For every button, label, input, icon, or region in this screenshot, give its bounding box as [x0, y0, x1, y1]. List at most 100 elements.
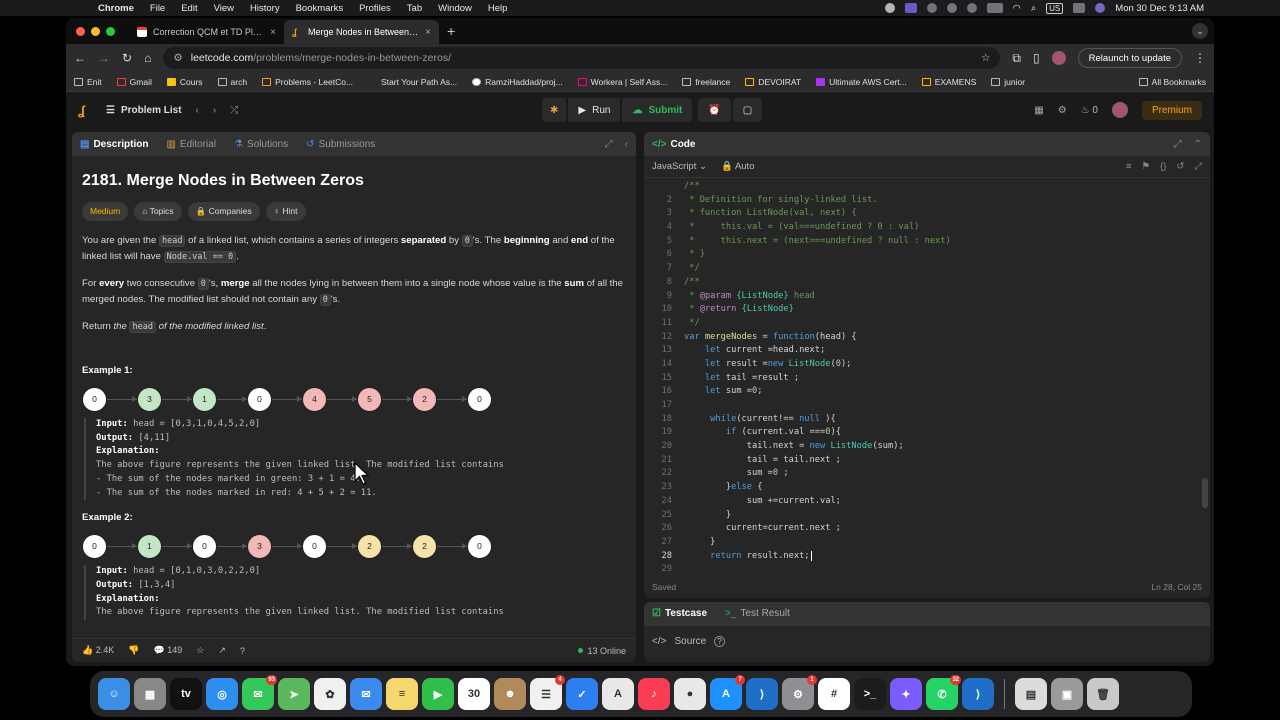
- relaunch-button[interactable]: Relaunch to update: [1077, 48, 1182, 68]
- leetcode-logo-icon[interactable]: ʆ: [78, 103, 92, 118]
- tab-description[interactable]: ▤ Description: [80, 139, 148, 150]
- bookmark-item[interactable]: Enit: [74, 77, 102, 87]
- menu-tab[interactable]: Tab: [407, 3, 422, 14]
- bookmark-icon[interactable]: ⚑: [1142, 161, 1151, 172]
- status-play-icon[interactable]: [966, 3, 977, 13]
- tab-test-result[interactable]: >_ Test Result: [725, 608, 790, 619]
- site-info-icon[interactable]: ⚙: [173, 52, 182, 64]
- comments-button[interactable]: 💬 149: [153, 645, 182, 656]
- tasks-icon[interactable]: ✓: [566, 678, 598, 710]
- help-icon[interactable]: ?: [240, 646, 245, 656]
- forward-icon[interactable]: →: [98, 51, 110, 65]
- code-line[interactable]: 10 * @return {ListNode}: [644, 303, 1210, 317]
- code-line[interactable]: 19 if (current.val ===0){: [644, 426, 1210, 440]
- bookmark-item[interactable]: RamziHaddad/proj...: [472, 77, 563, 87]
- music-icon[interactable]: ♪: [638, 678, 670, 710]
- app-store-icon[interactable]: A7: [710, 675, 745, 710]
- shuffle-icon[interactable]: ⤮: [230, 105, 238, 116]
- siri-icon[interactable]: [1095, 3, 1106, 13]
- browser-tab-gmail[interactable]: Correction QCM et TD Planni ×: [129, 20, 284, 44]
- bookmark-item[interactable]: freelance: [682, 77, 730, 87]
- menu-edit[interactable]: Edit: [181, 3, 197, 14]
- code-line[interactable]: 11 */: [644, 317, 1210, 331]
- code-line[interactable]: 2 * Definition for singly-linked list.: [644, 194, 1210, 208]
- reminders-icon[interactable]: ☰ 4: [530, 675, 565, 710]
- source-row[interactable]: </> Source ?: [644, 626, 1210, 656]
- tab-solutions[interactable]: ⚗ Solutions: [234, 139, 288, 150]
- status-record-icon[interactable]: [884, 3, 895, 13]
- tab-search-icon[interactable]: ⌄: [1192, 23, 1208, 39]
- photos-icon[interactable]: ✿: [314, 678, 346, 710]
- code-line[interactable]: 16 let sum =0;: [644, 385, 1210, 399]
- streak-counter[interactable]: ♨ 0: [1081, 105, 1098, 116]
- tab-submissions[interactable]: ↺ Submissions: [306, 139, 375, 150]
- code-line[interactable]: 8 /**: [644, 276, 1210, 290]
- reload-icon[interactable]: ↻: [122, 51, 132, 65]
- settings-icon[interactable]: ⚙ 1: [782, 675, 817, 710]
- run-button[interactable]: ▶ Run: [568, 98, 621, 122]
- bookmark-item[interactable]: junior: [991, 77, 1025, 87]
- problem-list-button[interactable]: ☰ Problem List: [106, 105, 182, 116]
- extensions-icon[interactable]: ⧉: [1012, 51, 1021, 66]
- bookmark-item[interactable]: Problems - LeetCo...: [262, 77, 353, 87]
- favorite-star-icon[interactable]: ☆: [196, 645, 204, 656]
- code-line[interactable]: 4 * this.val = (val===undefined ? 0 : va…: [644, 221, 1210, 235]
- topics-tag[interactable]: ⌂ Topics: [134, 202, 182, 221]
- menu-window[interactable]: Window: [438, 3, 472, 14]
- bookmark-item[interactable]: Start Your Path As...: [368, 77, 457, 87]
- maps-icon[interactable]: ➤: [278, 678, 310, 710]
- companies-tag[interactable]: 🔒 Companies: [187, 202, 260, 221]
- bookmark-item[interactable]: DEVOIRAT: [745, 77, 801, 87]
- mail-icon[interactable]: ✉: [350, 678, 382, 710]
- code-line[interactable]: 9 * @param {ListNode} head: [644, 290, 1210, 304]
- like-button[interactable]: 👍 2.4K: [82, 645, 114, 656]
- slack-icon[interactable]: #: [818, 678, 850, 710]
- menu-bookmarks[interactable]: Bookmarks: [296, 3, 344, 14]
- calendar-icon[interactable]: 30: [458, 678, 490, 710]
- wifi-icon[interactable]: ◠: [1013, 3, 1021, 14]
- maximize-panel-icon[interactable]: ⤢: [1174, 139, 1182, 150]
- code-line[interactable]: 18 while(current!== null ){: [644, 413, 1210, 427]
- code-line[interactable]: 12 var mergeNodes = function(head) {: [644, 331, 1210, 345]
- code-line[interactable]: 20 tail.next = new ListNode(sum);: [644, 440, 1210, 454]
- url-input[interactable]: ⚙ leetcode.com/problems/merge-nodes-in-b…: [163, 47, 1001, 69]
- chrome-menu-icon[interactable]: ⋮: [1194, 51, 1206, 65]
- braces-icon[interactable]: {}: [1160, 161, 1166, 172]
- tab-testcase[interactable]: ☑ Testcase: [652, 608, 707, 619]
- notes-icon[interactable]: ≡: [386, 678, 418, 710]
- contacts-icon[interactable]: ☻: [494, 678, 526, 710]
- timer-button[interactable]: ⏰: [698, 98, 731, 122]
- profile-avatar[interactable]: [1051, 51, 1066, 65]
- code-line[interactable]: 7 */: [644, 262, 1210, 276]
- menu-app-name[interactable]: Chrome: [98, 3, 134, 14]
- share-icon[interactable]: ↗: [218, 645, 226, 656]
- menubar-datetime[interactable]: Mon 30 Dec 9:13 AM: [1115, 3, 1204, 14]
- all-bookmarks[interactable]: All Bookmarks: [1138, 77, 1206, 87]
- status-battery-icon[interactable]: [986, 3, 1003, 13]
- settings-icon[interactable]: ⚙: [1058, 105, 1067, 116]
- hint-tag[interactable]: ♀ Hint: [265, 202, 306, 221]
- bookmark-item[interactable]: Cours: [166, 77, 203, 87]
- code-line[interactable]: 6 * }: [644, 248, 1210, 262]
- code-line[interactable]: 3 * function ListNode(val, next) {: [644, 207, 1210, 221]
- code-line[interactable]: 22 sum =0 ;: [644, 467, 1210, 481]
- maximize-window-icon[interactable]: [106, 26, 115, 36]
- vscode-icon[interactable]: ⟩: [746, 678, 778, 710]
- tab-editorial[interactable]: ▥ Editorial: [166, 139, 216, 150]
- status-clock-icon[interactable]: [946, 3, 957, 13]
- bookmark-item[interactable]: Gmail: [116, 77, 152, 87]
- status-screen-icon[interactable]: [904, 3, 917, 13]
- menu-history[interactable]: History: [250, 3, 280, 14]
- format-icon[interactable]: ≡: [1126, 161, 1132, 172]
- finder-icon[interactable]: ☺: [98, 678, 130, 710]
- maximize-panel-icon[interactable]: ⤢: [605, 139, 613, 150]
- menu-help[interactable]: Help: [488, 3, 508, 14]
- facetime-icon[interactable]: ▶: [422, 678, 454, 710]
- input-source[interactable]: US: [1046, 2, 1064, 14]
- bookmark-item[interactable]: Ultimate AWS Cert...: [816, 77, 907, 87]
- home-icon[interactable]: ⌂: [144, 51, 151, 65]
- collapse-panel-icon[interactable]: ‹: [625, 139, 628, 150]
- terminal-icon[interactable]: >_: [854, 678, 886, 710]
- documents-icon[interactable]: ▤: [1015, 678, 1047, 710]
- chrome-icon[interactable]: ●: [674, 678, 706, 710]
